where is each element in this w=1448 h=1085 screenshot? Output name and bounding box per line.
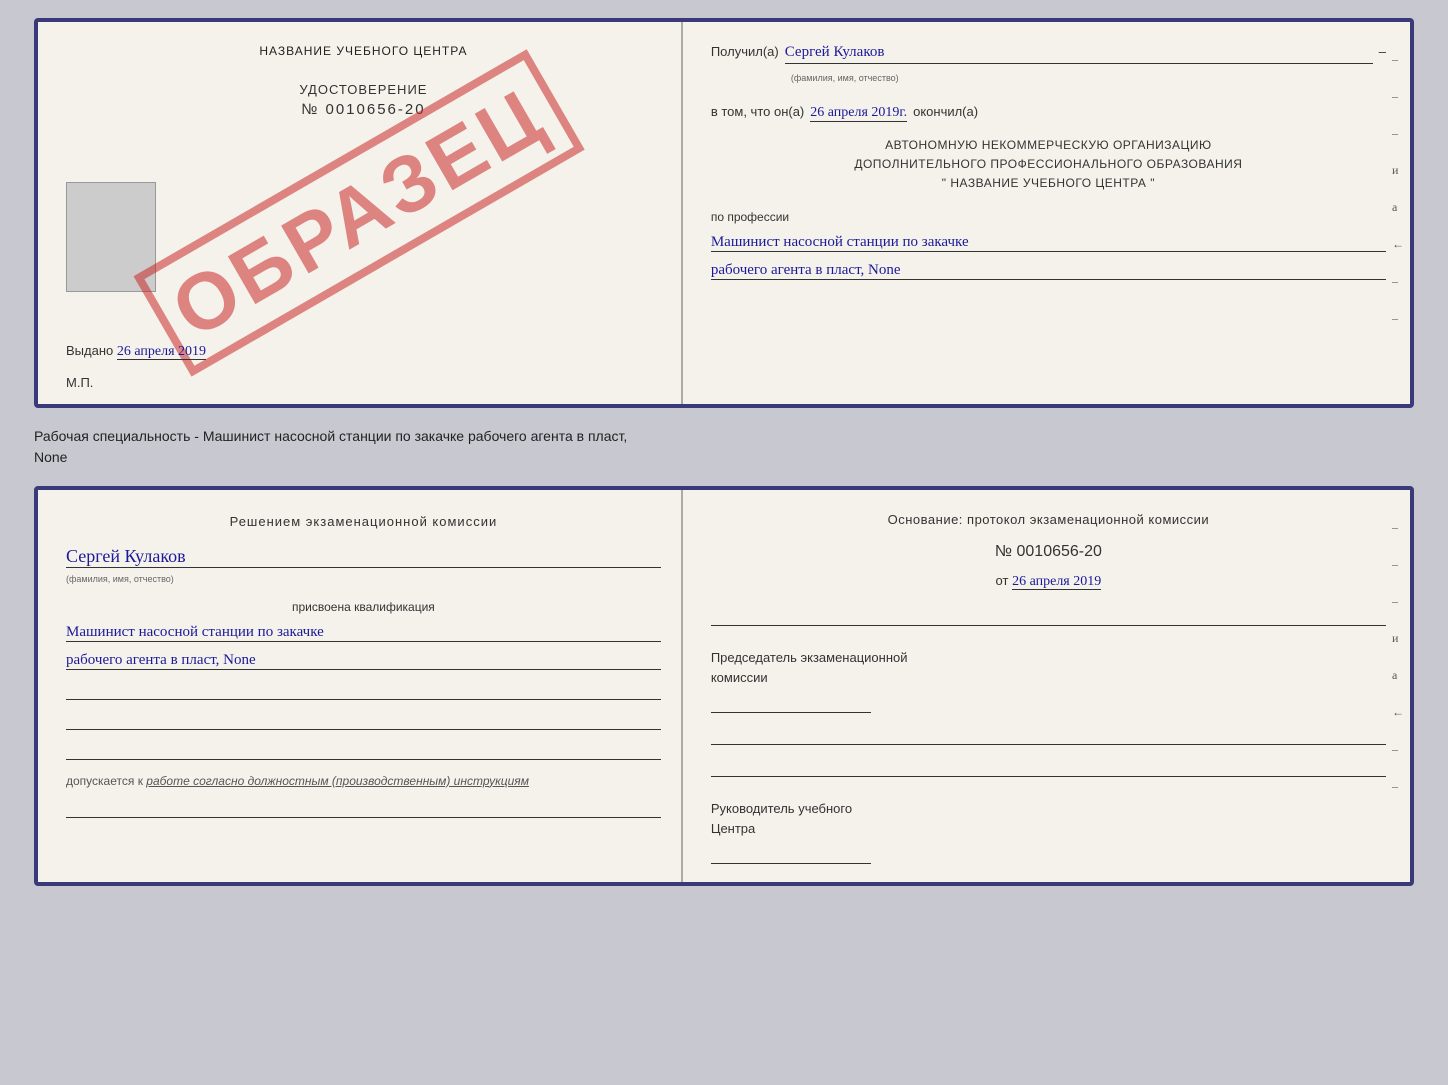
org-block: АВТОНОМНУЮ НЕКОММЕРЧЕСКУЮ ОРГАНИЗАЦИЮ ДО… [711,136,1386,194]
bottom-right-blank3 [711,759,1386,777]
chairman-label1: Председатель экзаменационной [711,648,1386,668]
qualif-line2: рабочего агента в пласт, None [66,652,661,670]
issued-line: Выдано 26 апреля 2019 [66,343,206,360]
in-that-row: в том, что он(а) 26 апреля 2019г. окончи… [711,104,1386,122]
finished-label: окончил(а) [913,104,978,119]
bottom-name: Сергей Кулаков [66,546,661,568]
received-name: Сергей Кулаков [785,44,1373,64]
org-line3: " НАЗВАНИЕ УЧЕБНОГО ЦЕНТРА " [711,174,1386,193]
head-label1: Руководитель учебного [711,799,1386,819]
chairman-block: Председатель экзаменационной комиссии [711,648,1386,713]
bottom-right-side-marks: – – – и а ← – – [1392,520,1404,794]
prof-value-line1: Машинист насосной станции по закачке [711,234,1386,252]
middle-line1: Рабочая специальность - Машинист насосно… [34,428,627,444]
prof-value-line2: рабочего агента в пласт, None [711,262,1386,280]
bottom-right-panel: Основание: протокол экзаменационной коми… [683,490,1410,882]
chairman-label2: комиссии [711,668,1386,688]
received-row: Получил(а) Сергей Кулаков – [711,44,1386,64]
middle-text-block: Рабочая специальность - Машинист насосно… [34,422,1414,472]
stamp-obrazec: ОБРАЗЕЦ [134,49,585,376]
cert-date: 26 апреля 2019г. [810,105,907,122]
head-block: Руководитель учебного Центра [711,799,1386,864]
cert-right-panel: Получил(а) Сергей Кулаков – (фамилия, им… [683,22,1410,404]
issued-date: 26 апреля 2019 [117,344,206,360]
osnov-title: Основание: протокол экзаменационной коми… [711,512,1386,527]
cert-label: УДОСТОВЕРЕНИЕ [66,82,661,97]
chairman-sig-line [711,691,871,713]
mp-label: М.П. [66,375,93,390]
issued-label: Выдано [66,343,113,358]
protocol-number: № 0010656-20 [711,543,1386,561]
допуск-row: допускается к работе согласно должностны… [66,774,661,788]
допуск-value: работе согласно должностным (производств… [146,774,529,788]
org-line2: ДОПОЛНИТЕЛЬНОГО ПРОФЕССИОНАЛЬНОГО ОБРАЗО… [711,155,1386,174]
middle-line2: None [34,449,67,465]
proto-from: от [996,573,1009,588]
proto-date-value: 26 апреля 2019 [1012,574,1101,590]
right-side-marks: – – – и а ← – – [1392,52,1404,326]
bottom-left-panel: Решением экзаменационной комиссии Сергей… [38,490,683,882]
org-line1: АВТОНОМНУЮ НЕКОММЕРЧЕСКУЮ ОРГАНИЗАЦИЮ [711,136,1386,155]
received-sub: (фамилия, имя, отчество) [791,73,899,83]
qualif-line1: Машинист насосной станции по закачке [66,624,661,642]
head-sig-line [711,842,871,864]
cert-left-panel: НАЗВАНИЕ УЧЕБНОГО ЦЕНТРА УДОСТОВЕРЕНИЕ №… [38,22,683,404]
bottom-right-blank2 [711,727,1386,745]
assigned-label: присвоена квалификация [66,600,661,614]
protocol-date: от 26 апреля 2019 [711,573,1386,590]
blank-line-4 [66,800,661,818]
blank-line-1 [66,682,661,700]
cert-number: № 0010656-20 [66,101,661,118]
bottom-right-blank1 [711,608,1386,626]
допуск-prefix: допускается к [66,774,143,788]
certificate-top: НАЗВАНИЕ УЧЕБНОГО ЦЕНТРА УДОСТОВЕРЕНИЕ №… [34,18,1414,408]
blank-line-3 [66,742,661,760]
received-label: Получил(а) [711,44,779,59]
prof-label: по профессии [711,210,1386,224]
cert-center-title: НАЗВАНИЕ УЧЕБНОГО ЦЕНТРА [66,44,661,58]
bottom-name-sub: (фамилия, имя, отчество) [66,574,661,584]
certificate-bottom: Решением экзаменационной комиссии Сергей… [34,486,1414,886]
photo-placeholder [66,182,156,292]
in-that-label: в том, что он(а) [711,104,804,119]
decision-title: Решением экзаменационной комиссии [66,512,661,532]
head-label2: Центра [711,819,1386,839]
blank-line-2 [66,712,661,730]
